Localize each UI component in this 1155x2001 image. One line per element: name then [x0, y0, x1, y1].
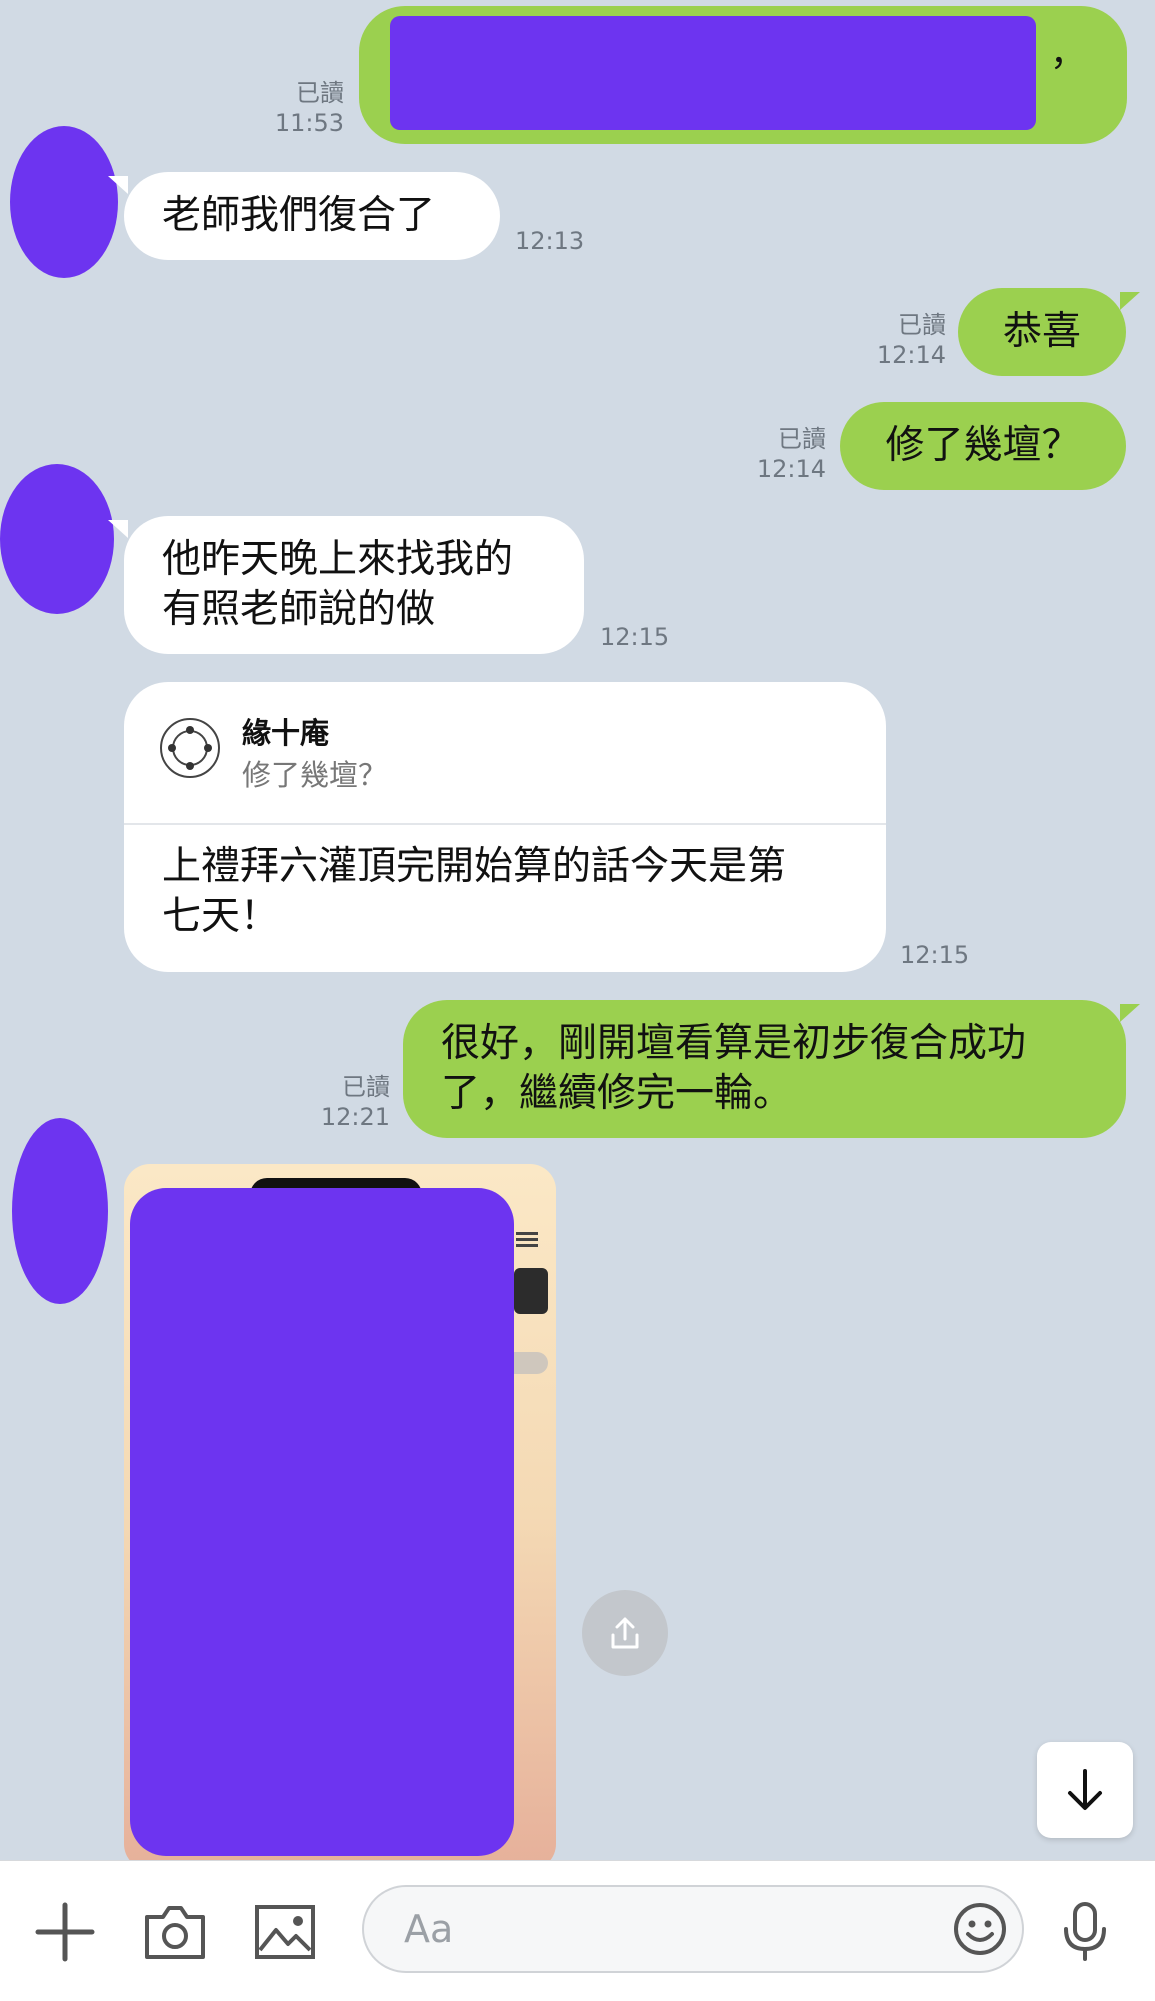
bubble-tail: [108, 520, 128, 538]
message-text-line: 上禮拜六灌頂完開始算的話今天是第: [162, 844, 787, 889]
share-button[interactable]: [582, 1590, 668, 1676]
screenshot-dark-panel: [514, 1268, 548, 1314]
quoted-sender-name: 緣十庵: [242, 716, 330, 750]
bubble-tail: [1120, 292, 1140, 310]
microphone-icon: [1064, 1902, 1106, 1961]
message-text-line: 很好，剛開壇看算是初步復合成功: [441, 1021, 1027, 1066]
seal-logo-icon: [160, 718, 220, 778]
plus-icon: [35, 1902, 95, 1962]
read-label: 已讀: [342, 1073, 390, 1101]
message-suffix-text: ，: [1050, 33, 1087, 74]
contact-avatar[interactable]: [10, 126, 118, 278]
share-icon: [611, 1617, 639, 1649]
input-placeholder: Aa: [404, 1907, 454, 1951]
timestamp: 12:15: [900, 941, 970, 969]
incoming-reply-message[interactable]: 緣十庵 修了幾壇？ 上禮拜六灌頂完開始算的話今天是第 七天！: [124, 682, 886, 972]
timestamp: 12:15: [600, 623, 670, 651]
screenshot-menu-icon: [516, 1232, 538, 1235]
camera-icon: [145, 1906, 205, 1959]
microphone-button[interactable]: [1050, 1897, 1120, 1967]
incoming-message-bubble[interactable]: 他昨天晚上來找我的 有照老師說的做: [124, 516, 584, 654]
message-text: 老師我們復合了: [162, 193, 436, 238]
message-text-line: 了，繼續修完一輪。: [441, 1071, 793, 1116]
read-label: 已讀: [296, 79, 344, 107]
message-text-line: 有照老師說的做: [162, 587, 436, 632]
timestamp: 12:14: [756, 455, 826, 483]
bubble-tail: [108, 176, 128, 194]
contact-avatar[interactable]: [12, 1118, 108, 1304]
message-text: 修了幾壇？: [885, 423, 1081, 468]
contact-avatar[interactable]: [0, 464, 114, 614]
redacted-image-content: [130, 1188, 514, 1856]
quoted-text: 修了幾壇？: [242, 758, 388, 792]
image-icon: [255, 1905, 315, 1959]
message-text-line: 七天！: [162, 894, 280, 939]
read-receipt: 已讀 12:21: [280, 1072, 390, 1132]
message-input[interactable]: Aa: [362, 1885, 1024, 1973]
read-receipt: 已讀 12:14: [716, 424, 826, 484]
image-message[interactable]: [124, 1164, 556, 1870]
plus-button[interactable]: [30, 1897, 100, 1967]
incoming-message-bubble[interactable]: 老師我們復合了: [124, 172, 500, 260]
reply-text: 上禮拜六灌頂完開始算的話今天是第 七天！: [162, 842, 856, 942]
outgoing-message-bubble[interactable]: 恭喜: [958, 288, 1126, 376]
read-receipt: 已讀 12:14: [836, 310, 946, 370]
message-composer-bar: Aa: [0, 1860, 1155, 2001]
gallery-button[interactable]: [250, 1897, 320, 1967]
timestamp: 12:14: [876, 341, 946, 369]
bubble-tail: [1120, 1004, 1140, 1022]
redacted-content: [390, 16, 1036, 130]
read-label: 已讀: [778, 425, 826, 453]
outgoing-message-bubble[interactable]: 很好，剛開壇看算是初步復合成功 了，繼續修完一輪。: [403, 1000, 1126, 1138]
outgoing-message-bubble[interactable]: 修了幾壇？: [840, 402, 1126, 490]
arrow-down-icon: [1068, 1769, 1102, 1810]
timestamp: 11:53: [274, 109, 344, 137]
timestamp: 12:13: [515, 227, 585, 255]
emoji-button[interactable]: [948, 1897, 1012, 1961]
message-text: 恭喜: [1002, 309, 1081, 354]
scroll-to-bottom-button[interactable]: [1037, 1742, 1133, 1838]
quoted-message[interactable]: 緣十庵 修了幾壇？: [124, 682, 886, 825]
emoji-icon: [954, 1903, 1006, 1955]
camera-button[interactable]: [140, 1897, 210, 1967]
read-receipt: 已讀 11:53: [240, 78, 344, 138]
timestamp: 12:21: [320, 1103, 390, 1131]
message-text-line: 他昨天晚上來找我的: [162, 537, 514, 582]
read-label: 已讀: [898, 311, 946, 339]
